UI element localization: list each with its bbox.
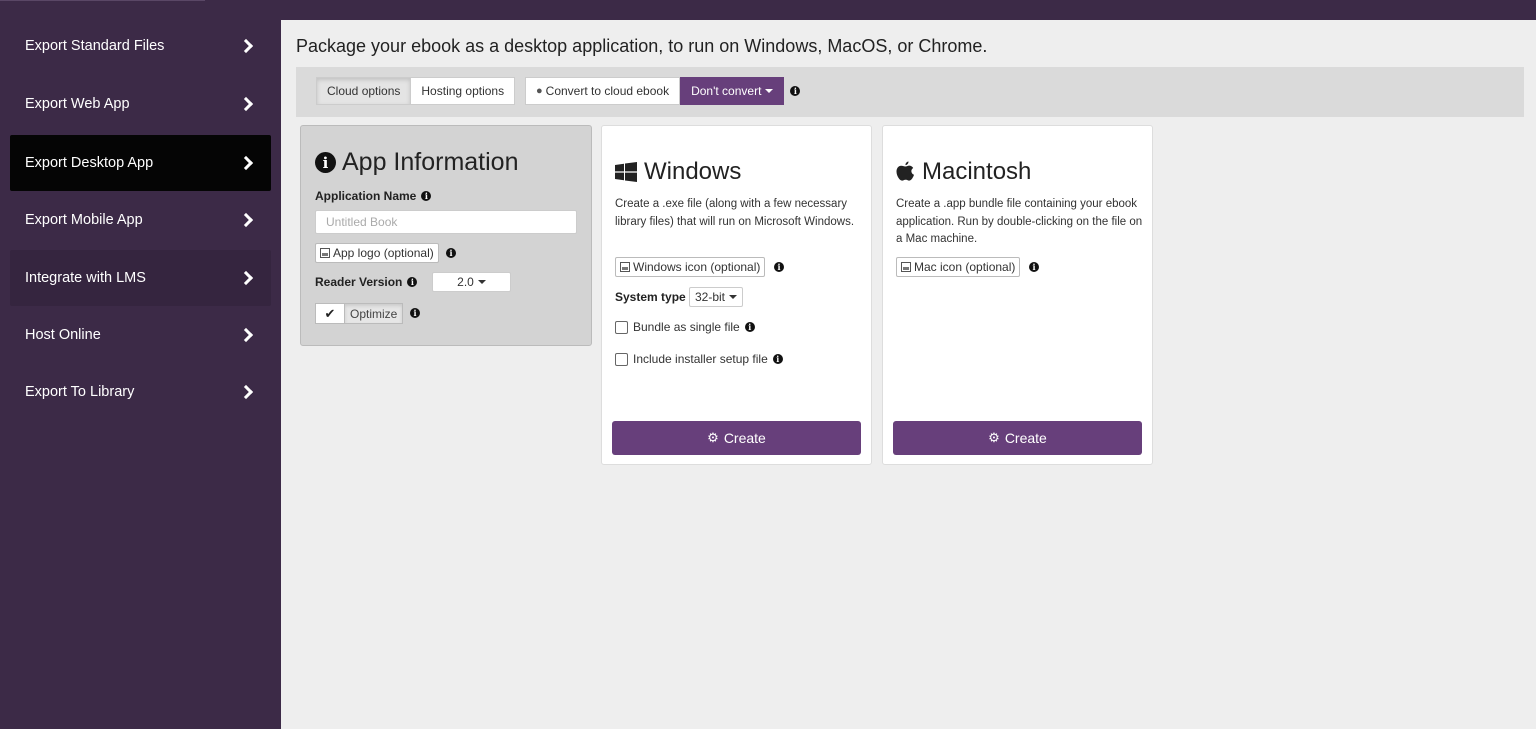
app-information-title: i App Information	[315, 148, 519, 177]
sidebar-item-label: Export Mobile App	[25, 212, 143, 228]
chevron-right-icon	[238, 384, 254, 400]
sidebar-item-export-mobile-app[interactable]: Export Mobile App	[10, 192, 271, 248]
app-logo-label: App logo (optional)	[333, 246, 434, 260]
windows-description: Create a .exe file (along with a few nec…	[615, 198, 855, 228]
app-information-panel: i App Information Application Name i Unt…	[300, 125, 592, 346]
options-toggle-group: Cloud options Hosting options	[316, 77, 516, 105]
top-bar	[0, 0, 1536, 20]
create-label: Create	[723, 430, 766, 446]
gear-icon: ⚙	[707, 430, 719, 445]
windows-logo-icon	[615, 162, 637, 182]
hosting-options-button[interactable]: Hosting options	[411, 77, 516, 105]
convert-group: ● Convert to cloud ebook Don't convert i	[525, 77, 801, 105]
reader-version-value: 2.0	[457, 275, 474, 289]
macintosh-heading: Macintosh	[922, 158, 1032, 185]
caret-down-icon	[765, 89, 774, 93]
chevron-right-icon	[238, 212, 254, 228]
application-name-input[interactable]: Untitled Book	[315, 210, 577, 234]
caret-down-icon	[729, 295, 738, 299]
mac-icon-label: Mac icon (optional)	[914, 260, 1016, 274]
create-label: Create	[1004, 430, 1047, 446]
info-icon[interactable]: i	[446, 248, 456, 258]
dont-convert-label: Don't convert	[691, 84, 762, 98]
installer-setup-checkbox[interactable]	[615, 352, 628, 366]
info-icon[interactable]: i	[1029, 262, 1039, 272]
sidebar-item-label: Export Web App	[25, 96, 130, 112]
app-logo-button[interactable]: App logo (optional)	[315, 243, 439, 263]
system-type-select[interactable]: 32-bit	[689, 287, 743, 307]
mac-icon-button[interactable]: Mac icon (optional)	[896, 257, 1021, 277]
sidebar-item-host-online[interactable]: Host Online	[10, 307, 271, 363]
bundle-single-file-row: Bundle as single file i	[615, 320, 755, 334]
dont-convert-dropdown[interactable]: Don't convert	[680, 77, 785, 105]
mac-create-button[interactable]: ⚙ Create	[893, 421, 1142, 455]
top-tab-indicator	[0, 0, 205, 1]
image-icon	[320, 248, 330, 258]
sidebar-item-export-desktop-app[interactable]: Export Desktop App	[10, 135, 271, 191]
chevron-right-icon	[238, 270, 254, 286]
bundle-single-file-label: Bundle as single file	[633, 320, 740, 334]
windows-icon-label: Windows icon (optional)	[633, 260, 761, 274]
chevron-right-icon	[238, 96, 254, 112]
info-circle-icon: i	[315, 152, 336, 173]
sidebar-item-export-to-library[interactable]: Export To Library	[10, 364, 271, 420]
page-title: Package your ebook as a desktop applicat…	[296, 36, 988, 56]
apple-logo-icon	[896, 161, 914, 181]
image-icon	[901, 262, 911, 272]
sidebar-item-label: Host Online	[25, 327, 101, 343]
info-icon[interactable]: i	[790, 86, 801, 96]
macintosh-title: Macintosh	[896, 158, 1031, 186]
bundle-single-file-checkbox[interactable]	[615, 320, 628, 334]
windows-create-button[interactable]: ⚙ Create	[612, 421, 861, 455]
application-name-text: Application Name	[315, 189, 417, 203]
reader-version-select[interactable]: 2.0	[432, 272, 511, 292]
sidebar-item-export-standard-files[interactable]: Export Standard Files	[10, 18, 271, 74]
chevron-right-icon	[238, 155, 254, 171]
installer-setup-label: Include installer setup file	[633, 352, 768, 366]
sidebar-item-label: Export Standard Files	[25, 38, 165, 54]
globe-icon: ●	[536, 85, 543, 97]
sidebar: Export Standard Files Export Web App Exp…	[0, 18, 281, 729]
cloud-options-button[interactable]: Cloud options	[316, 77, 412, 105]
application-name-label: Application Name i	[315, 189, 432, 203]
sidebar-item-export-web-app[interactable]: Export Web App	[10, 76, 271, 132]
windows-heading: Windows	[644, 158, 742, 185]
convert-cloud-label: Convert to cloud ebook	[545, 84, 670, 98]
image-icon	[620, 262, 630, 272]
caret-down-icon	[477, 280, 486, 284]
main-content: Package your ebook as a desktop applicat…	[281, 20, 1536, 729]
macintosh-description: Create a .app bundle file containing you…	[896, 198, 1143, 245]
installer-setup-row: Include installer setup file i	[615, 352, 783, 366]
check-icon[interactable]: ✔	[315, 303, 345, 324]
chevron-right-icon	[238, 38, 254, 54]
windows-title: Windows	[615, 158, 741, 186]
info-icon[interactable]: i	[410, 308, 420, 318]
optimize-label[interactable]: Optimize	[345, 303, 404, 324]
info-icon[interactable]: i	[774, 262, 784, 272]
sidebar-item-label: Export To Library	[25, 384, 135, 400]
info-icon[interactable]: i	[744, 322, 755, 332]
system-type-value: 32-bit	[694, 290, 726, 304]
optimize-toggle[interactable]: ✔ Optimize	[315, 303, 404, 324]
info-icon[interactable]: i	[772, 354, 783, 364]
macintosh-panel: Macintosh Create a .app bundle file cont…	[882, 125, 1153, 465]
sidebar-item-integrate-with-lms[interactable]: Integrate with LMS	[10, 250, 271, 306]
reader-version-text: Reader Version	[315, 275, 403, 289]
info-icon[interactable]: i	[421, 191, 432, 201]
sidebar-item-label: Integrate with LMS	[25, 270, 146, 286]
windows-icon-button[interactable]: Windows icon (optional)	[615, 257, 766, 277]
options-bar: Cloud options Hosting options ● Convert …	[296, 67, 1524, 117]
convert-cloud-button[interactable]: ● Convert to cloud ebook	[525, 77, 681, 105]
windows-panel: Windows Create a .exe file (along with a…	[601, 125, 872, 465]
gear-icon: ⚙	[988, 430, 1000, 445]
sidebar-item-label: Export Desktop App	[25, 155, 154, 171]
reader-version-label: Reader Version i	[315, 275, 418, 289]
system-type-label: System type	[615, 290, 686, 304]
chevron-right-icon	[238, 327, 254, 343]
app-information-heading: App Information	[342, 148, 519, 176]
info-icon[interactable]: i	[407, 277, 418, 287]
